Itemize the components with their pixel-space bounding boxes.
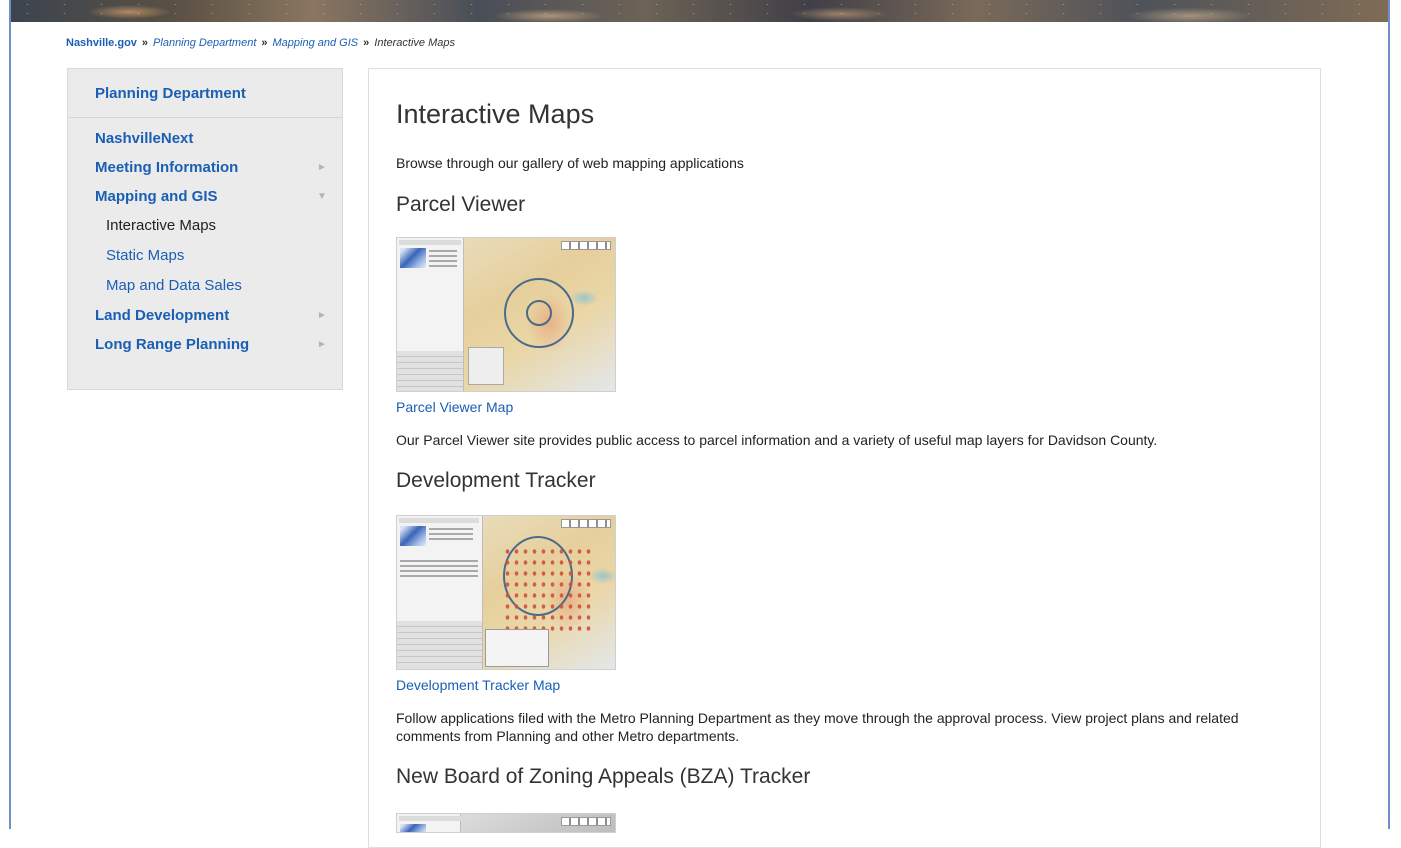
sidebar-nav: Planning Department NashvilleNext Meetin…: [67, 68, 343, 390]
map-image: [461, 814, 615, 832]
thumbnail-sidepanel: [397, 814, 461, 832]
sidebar-item-mapping-gis[interactable]: Mapping and GIS ▼: [68, 182, 342, 211]
intro-text: Browse through our gallery of web mappin…: [396, 155, 744, 171]
section-title-parcel-viewer: Parcel Viewer: [396, 193, 526, 216]
development-tracker-thumbnail[interactable]: [396, 515, 616, 670]
breadcrumb-mapping-gis-link[interactable]: Mapping and GIS: [273, 37, 359, 49]
sidebar-item-label: NashvilleNext: [95, 130, 194, 147]
development-tracker-map-link[interactable]: Development Tracker Map: [396, 677, 560, 693]
parcel-viewer-map-link[interactable]: Parcel Viewer Map: [396, 399, 513, 415]
main-content: Interactive Maps Browse through our gall…: [368, 68, 1321, 848]
page-title: Interactive Maps: [396, 99, 595, 129]
sidebar-item-label: Meeting Information: [95, 159, 239, 176]
sidebar-item-label: Land Development: [95, 307, 230, 324]
section-title-development-tracker: Development Tracker: [396, 469, 596, 492]
map-image: [464, 238, 615, 391]
thumbnail-sidepanel: [397, 238, 464, 391]
map-popup: [485, 629, 549, 667]
chevron-right-icon[interactable]: ►: [317, 301, 327, 330]
section-title-bza-tracker: New Board of Zoning Appeals (BZA) Tracke…: [396, 765, 811, 788]
sidebar-item-meeting-information[interactable]: Meeting Information ►: [68, 153, 342, 182]
breadcrumb-separator: »: [141, 37, 149, 49]
sidebar-item-label: Long Range Planning: [95, 336, 250, 353]
header-banner-image: [9, 0, 1390, 22]
map-toolbar-icons: [561, 241, 611, 250]
development-tracker-description: Follow applications filed with the Metro…: [396, 710, 1239, 744]
breadcrumb-current: Interactive Maps: [374, 37, 455, 49]
bza-tracker-thumbnail[interactable]: [396, 813, 616, 833]
parcel-viewer-thumbnail[interactable]: [396, 237, 616, 392]
sidebar-item-nashvillenext[interactable]: NashvilleNext: [68, 124, 342, 153]
chevron-right-icon[interactable]: ►: [317, 330, 327, 359]
logo-image: [400, 248, 426, 268]
sidebar-item-long-range-planning[interactable]: Long Range Planning ►: [68, 330, 342, 359]
map-toolbar-icons: [561, 519, 611, 528]
logo-image: [400, 526, 426, 546]
chevron-right-icon[interactable]: ►: [317, 153, 327, 182]
sidebar-subitem-static-maps[interactable]: Static Maps: [68, 241, 342, 271]
map-image: [483, 516, 615, 669]
breadcrumb: Nashville.gov » Planning Department » Mappin…: [66, 36, 455, 50]
sidebar-subitem-map-data-sales[interactable]: Map and Data Sales: [68, 271, 342, 301]
parcel-viewer-description: Our Parcel Viewer site provides public a…: [396, 432, 1158, 448]
thumbnail-sidepanel: [397, 516, 483, 669]
frame-border-right: [1388, 0, 1390, 829]
breadcrumb-separator: »: [261, 37, 268, 49]
sidebar-item-land-development[interactable]: Land Development ►: [68, 301, 342, 330]
map-toolbar-icons: [561, 817, 611, 826]
sidebar-heading-link[interactable]: Planning Department: [68, 69, 342, 118]
sidebar-subitem-interactive-maps[interactable]: Interactive Maps: [68, 211, 342, 241]
breadcrumb-planning-department-link[interactable]: Planning Department: [153, 37, 256, 49]
breadcrumb-separator: »: [363, 37, 370, 49]
sidebar-item-label: Mapping and GIS: [95, 188, 218, 205]
breadcrumb-home-link[interactable]: Nashville.gov: [66, 37, 137, 49]
chevron-down-icon[interactable]: ▼: [317, 182, 327, 211]
frame-border-left: [9, 0, 11, 829]
map-legend: [468, 347, 504, 385]
